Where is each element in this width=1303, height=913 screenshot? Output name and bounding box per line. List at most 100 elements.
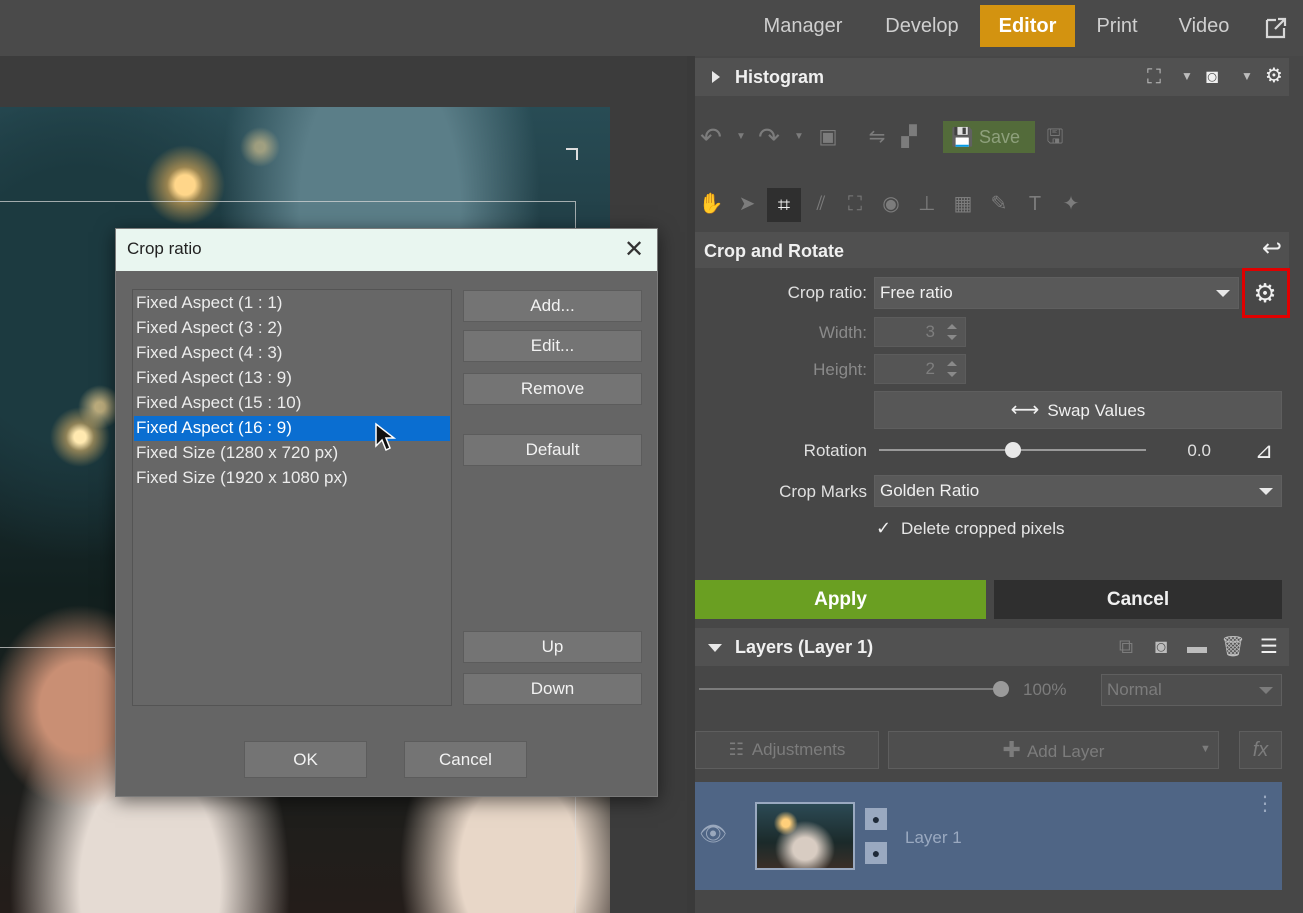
tab-print[interactable]: Print	[1086, 5, 1148, 47]
save-as-icon[interactable]: 🖫	[1041, 123, 1069, 151]
cancel-button[interactable]: Cancel	[994, 580, 1282, 619]
eye-icon[interactable]: ◉	[877, 190, 905, 218]
opacity-value: 100%	[1023, 680, 1067, 699]
edit-button[interactable]: Edit...	[463, 330, 642, 362]
add-layer-button[interactable]: ✚ Add Layer	[888, 731, 1219, 769]
dialog-cancel-button[interactable]: Cancel	[404, 741, 527, 778]
chevron-down-icon	[1216, 290, 1230, 297]
text-icon[interactable]: T	[1021, 190, 1049, 218]
layer-mask-icon[interactable]: ●	[865, 808, 887, 830]
crop-marks-select[interactable]: Golden Ratio	[874, 475, 1282, 507]
save-button[interactable]: 💾 Save	[943, 121, 1035, 153]
straighten-icon[interactable]: ⊿	[1250, 437, 1278, 465]
transform-icon[interactable]: ⛶	[841, 190, 869, 218]
chevron-down-icon	[1259, 488, 1273, 495]
width-label: Width:	[818, 323, 867, 342]
apply-button[interactable]: Apply	[695, 580, 986, 619]
adjustments-button[interactable]: ☷ Adjustments	[695, 731, 879, 769]
crop-handle[interactable]	[566, 148, 578, 160]
decrement-icon[interactable]	[947, 372, 957, 377]
crop-marks-label: Crop Marks	[779, 482, 867, 501]
tab-manager[interactable]: Manager	[752, 5, 854, 47]
more-options-icon[interactable]: ⋮	[1251, 790, 1279, 818]
default-button[interactable]: Default	[463, 434, 642, 466]
close-icon[interactable]: ✕	[621, 237, 647, 263]
perspective-icon[interactable]: ⫽	[807, 190, 835, 218]
increment-icon[interactable]	[947, 324, 957, 329]
compare-icon[interactable]: ▞	[895, 123, 923, 151]
duplicate-layer-icon[interactable]: ⧉	[1112, 633, 1140, 661]
pointer-icon[interactable]: ➤	[733, 190, 761, 218]
image-icon[interactable]: ▣	[814, 123, 842, 151]
opacity-slider[interactable]	[699, 688, 1001, 690]
ok-button[interactable]: OK	[244, 741, 367, 778]
list-item[interactable]: Fixed Size (1920 x 1080 px)	[134, 466, 450, 491]
delete-pixels-checkbox[interactable]: ✓	[876, 519, 894, 537]
list-item[interactable]: Fixed Aspect (15 : 10)	[134, 391, 450, 416]
ratio-list[interactable]: Fixed Aspect (1 : 1) Fixed Aspect (3 : 2…	[132, 289, 452, 706]
chevron-down-icon	[1259, 687, 1273, 694]
tab-editor[interactable]: Editor	[980, 5, 1075, 47]
chevron-down-icon[interactable]: ▼	[1173, 62, 1201, 90]
swap-values-button[interactable]: ⟷ Swap Values	[874, 391, 1282, 429]
panel-divider	[687, 56, 695, 913]
list-item[interactable]: Fixed Aspect (1 : 1)	[134, 291, 450, 316]
width-field[interactable]: 3	[874, 317, 966, 347]
crop-ratio-label: Crop ratio:	[787, 283, 867, 302]
list-item[interactable]: Fixed Aspect (4 : 3)	[134, 341, 450, 366]
menu-icon[interactable]: ☰	[1255, 633, 1283, 661]
remove-button[interactable]: Remove	[463, 373, 642, 405]
effects-icon[interactable]: ✦	[1057, 190, 1085, 218]
undo-icon[interactable]: ↶	[697, 123, 725, 151]
blend-mode-select[interactable]: Normal	[1101, 674, 1282, 706]
gear-icon[interactable]: ⚙	[1251, 279, 1279, 307]
layer-thumbnail[interactable]	[755, 802, 855, 870]
adjustments-icon: ☷	[728, 740, 744, 759]
mask-icon[interactable]: ◙	[1198, 63, 1226, 91]
tab-video[interactable]: Video	[1165, 5, 1243, 47]
layer-name[interactable]: Layer 1	[905, 828, 962, 848]
add-button[interactable]: Add...	[463, 290, 642, 322]
rotation-value[interactable]: 0.0	[1167, 441, 1211, 461]
reset-icon[interactable]: ↩	[1258, 235, 1286, 263]
chevron-down-icon[interactable]: ▼	[1192, 731, 1219, 769]
chevron-down-icon[interactable]: ▼	[785, 123, 813, 151]
rotation-slider-thumb[interactable]	[1004, 442, 1021, 458]
grid-icon[interactable]: ▦	[949, 190, 977, 218]
layers-header[interactable]: Layers (Layer 1) ⧉ ◙ ▬ 🗑 ☰	[695, 628, 1289, 666]
opacity-slider-thumb[interactable]	[993, 681, 1009, 697]
trash-icon[interactable]: 🗑	[1219, 633, 1247, 661]
layer-mask-icon[interactable]: ◙	[1147, 633, 1175, 661]
height-field[interactable]: 2	[874, 354, 966, 384]
increment-icon[interactable]	[947, 361, 957, 366]
crop-ratio-select[interactable]: Free ratio	[874, 277, 1239, 309]
chevron-down-icon[interactable]: ▼	[727, 123, 755, 151]
settings-icon[interactable]: ⚙	[1260, 62, 1288, 90]
adjustments-label: Adjustments	[751, 740, 846, 759]
collapse-icon	[708, 644, 722, 652]
redo-icon[interactable]: ↷	[755, 123, 783, 151]
tab-develop[interactable]: Develop	[873, 5, 971, 47]
dialog-titlebar: Crop ratio ✕	[116, 229, 657, 271]
histogram-header[interactable]: Histogram ⛶ ▼ ◙ ▼ ⚙	[695, 58, 1289, 96]
folder-icon[interactable]: ▬	[1183, 633, 1211, 661]
decrement-icon[interactable]	[947, 335, 957, 340]
clipping-warning-icon[interactable]: ⛶	[1140, 63, 1168, 91]
clone-stamp-icon[interactable]: ⊥	[913, 190, 941, 218]
before-after-icon[interactable]: ⇋	[863, 123, 891, 151]
crop-icon[interactable]: ⌗	[767, 188, 801, 222]
layer-mask-icon[interactable]: ●	[865, 842, 887, 864]
chevron-down-icon[interactable]: ▼	[1233, 62, 1261, 90]
hand-icon[interactable]: ✋	[697, 190, 725, 218]
list-item[interactable]: Fixed Size (1280 x 720 px)	[134, 441, 450, 466]
list-item-selected[interactable]: Fixed Aspect (16 : 9)	[134, 416, 450, 441]
brush-icon[interactable]: ✎	[985, 190, 1013, 218]
up-button[interactable]: Up	[463, 631, 642, 663]
fx-button[interactable]: fx	[1239, 731, 1282, 769]
visibility-eye-icon[interactable]: 👁	[699, 820, 727, 848]
layer-row[interactable]: 👁 ● ● Layer 1 ⋮	[695, 782, 1282, 890]
list-item[interactable]: Fixed Aspect (3 : 2)	[134, 316, 450, 341]
external-window-icon[interactable]	[1262, 14, 1290, 42]
down-button[interactable]: Down	[463, 673, 642, 705]
list-item[interactable]: Fixed Aspect (13 : 9)	[134, 366, 450, 391]
